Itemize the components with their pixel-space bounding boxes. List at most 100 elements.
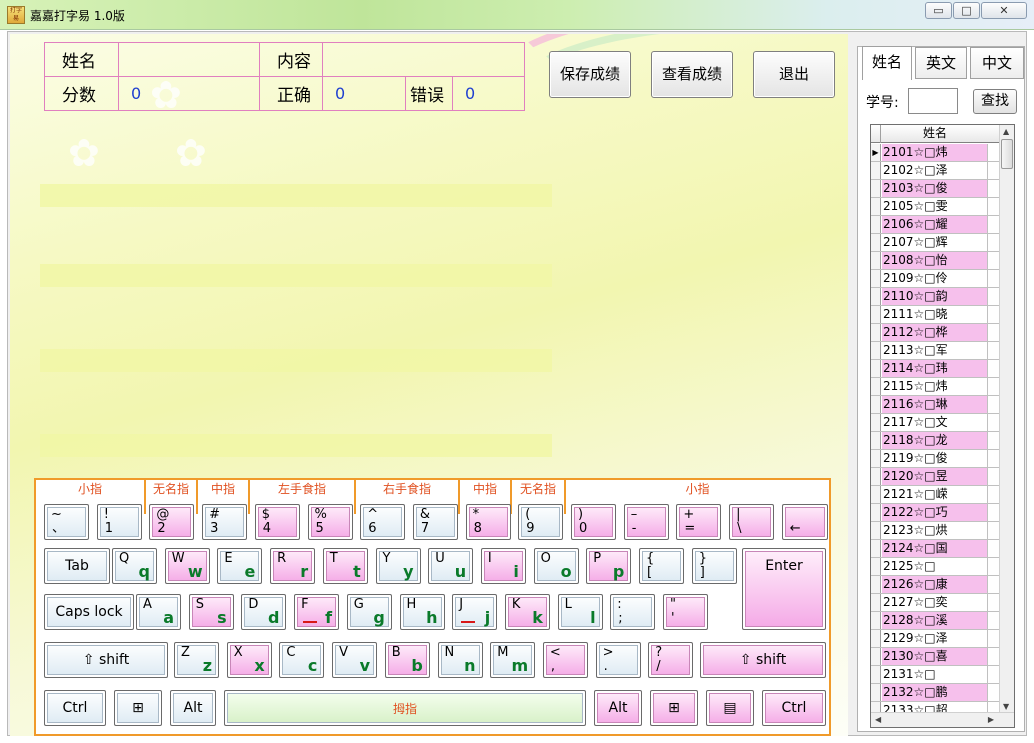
save-score-button[interactable]: 保存成绩 bbox=[549, 51, 631, 98]
list-item[interactable]: 2116☆□琳 bbox=[871, 396, 999, 414]
list-item[interactable]: 2115☆□炜 bbox=[871, 378, 999, 396]
horizontal-scrollbar[interactable]: ◀ ▶ bbox=[871, 712, 1014, 727]
find-button[interactable]: 查找 bbox=[973, 89, 1017, 114]
key-r3-1[interactable]: Aa bbox=[136, 594, 181, 630]
right-win-key[interactable]: ⊞ bbox=[650, 690, 698, 726]
key-r4-2[interactable]: Xx bbox=[226, 642, 272, 678]
right-ctrl-key[interactable]: Ctrl bbox=[762, 690, 826, 726]
scroll-thumb[interactable] bbox=[1001, 139, 1013, 169]
key-w[interactable]: Ww bbox=[164, 548, 210, 584]
key-r3-3[interactable]: Dd bbox=[241, 594, 287, 630]
key-i[interactable]: Ii bbox=[480, 548, 526, 584]
key-r1-7[interactable]: & 7 bbox=[412, 504, 458, 540]
close-button[interactable]: ✕ bbox=[981, 2, 1027, 19]
key-t[interactable]: Tt bbox=[322, 548, 368, 584]
list-item[interactable]: 2102☆□泽 bbox=[871, 162, 999, 180]
key-p[interactable]: Pp bbox=[586, 548, 632, 584]
key-r3-10[interactable]: :; bbox=[610, 594, 656, 630]
list-item[interactable]: 2118☆□龙 bbox=[871, 432, 999, 450]
student-id-input[interactable] bbox=[908, 88, 958, 114]
key-r4-7[interactable]: Mm bbox=[490, 642, 536, 678]
key-r1-6[interactable]: ^ 6 bbox=[360, 504, 406, 540]
list-item[interactable]: 2131☆□ bbox=[871, 666, 999, 684]
left-ctrl-key[interactable]: Ctrl bbox=[44, 690, 106, 726]
list-item[interactable]: 2105☆□雯 bbox=[871, 198, 999, 216]
caps-lock-key[interactable]: Caps lock bbox=[44, 594, 134, 630]
list-item[interactable]: 2119☆□俊 bbox=[871, 450, 999, 468]
key-r3-9[interactable]: Ll bbox=[557, 594, 603, 630]
space-key[interactable]: 拇指 bbox=[224, 690, 586, 726]
key-r1-4[interactable]: $4 bbox=[254, 504, 300, 540]
key-r4-10[interactable]: ? / bbox=[648, 642, 694, 678]
tab-chinese[interactable]: 中文 bbox=[970, 47, 1024, 79]
right-shift-key[interactable]: ⇧ shift bbox=[700, 642, 826, 678]
maximize-button[interactable]: □ bbox=[953, 2, 980, 19]
key-r1-2[interactable]: @2 bbox=[149, 504, 195, 540]
list-item[interactable]: 2123☆□烘 bbox=[871, 522, 999, 540]
right-alt-key[interactable]: Alt bbox=[594, 690, 642, 726]
key-r4-6[interactable]: Nn bbox=[437, 642, 483, 678]
text-line-3[interactable] bbox=[40, 349, 552, 372]
list-item[interactable]: 2124☆□国 bbox=[871, 540, 999, 558]
scroll-left-icon[interactable]: ◀ bbox=[875, 715, 881, 724]
key-r1-13[interactable]: | \ bbox=[729, 504, 775, 540]
left-shift-key[interactable]: ⇧ shift bbox=[44, 642, 168, 678]
left-alt-key[interactable]: Alt bbox=[170, 690, 216, 726]
scroll-right-icon[interactable]: ▶ bbox=[988, 715, 994, 724]
key-r1-0[interactable]: ~、 bbox=[44, 504, 89, 540]
list-item[interactable]: 2127☆□奕 bbox=[871, 594, 999, 612]
list-item[interactable]: 2125☆□ bbox=[871, 558, 999, 576]
key-r1-1[interactable]: ! 1 bbox=[96, 504, 142, 540]
key-r4-4[interactable]: Vv bbox=[332, 642, 378, 678]
text-line-2[interactable] bbox=[40, 264, 552, 287]
key-r3-6[interactable]: Hh bbox=[399, 594, 445, 630]
list-item[interactable]: 2110☆□韵 bbox=[871, 288, 999, 306]
key-r4-1[interactable]: Zz bbox=[174, 642, 219, 678]
text-line-1[interactable] bbox=[40, 184, 552, 207]
list-item[interactable]: 2129☆□泽 bbox=[871, 630, 999, 648]
list-item[interactable]: 2122☆□巧 bbox=[871, 504, 999, 522]
key-r3-7[interactable]: Jj bbox=[452, 594, 498, 630]
exit-button[interactable]: 退出 bbox=[753, 51, 835, 98]
list-item[interactable]: 2113☆□军 bbox=[871, 342, 999, 360]
list-item[interactable]: 2132☆□鹏 bbox=[871, 684, 999, 702]
list-item[interactable]: 2117☆□文 bbox=[871, 414, 999, 432]
minimize-button[interactable]: ▭ bbox=[925, 2, 952, 19]
list-item[interactable]: ▶ 2101☆□炜 bbox=[871, 144, 999, 162]
key-[[interactable]: {[ bbox=[639, 548, 684, 584]
key-r3-8[interactable]: Kk bbox=[504, 594, 550, 630]
key-r[interactable]: Rr bbox=[270, 548, 316, 584]
key-e[interactable]: Ee bbox=[217, 548, 263, 584]
key-r3-5[interactable]: Gg bbox=[346, 594, 392, 630]
key-r1-14[interactable]: ← bbox=[781, 504, 828, 540]
list-item[interactable]: 2108☆□怡 bbox=[871, 252, 999, 270]
left-win-key[interactable]: ⊞ bbox=[114, 690, 162, 726]
tab-english[interactable]: 英文 bbox=[915, 47, 967, 79]
text-line-4[interactable] bbox=[40, 434, 552, 457]
key-y[interactable]: Yy bbox=[375, 548, 421, 584]
key-r4-8[interactable]: <, bbox=[542, 642, 588, 678]
list-item[interactable]: 2126☆□康 bbox=[871, 576, 999, 594]
vertical-scrollbar[interactable]: ▲ ▼ bbox=[999, 125, 1014, 713]
view-score-button[interactable]: 查看成绩 bbox=[651, 51, 733, 98]
key-r1-11[interactable]: – - bbox=[623, 504, 669, 540]
key-r3-11[interactable]: " ' bbox=[663, 594, 708, 630]
key-r1-8[interactable]: * 8 bbox=[465, 504, 511, 540]
list-item[interactable]: 2111☆□晓 bbox=[871, 306, 999, 324]
key-r1-12[interactable]: + = bbox=[676, 504, 722, 540]
list-item[interactable]: 2106☆□耀 bbox=[871, 216, 999, 234]
list-item[interactable]: 2112☆□桦 bbox=[871, 324, 999, 342]
tab-name[interactable]: 姓名 bbox=[862, 46, 912, 80]
key-r4-5[interactable]: Bb bbox=[384, 642, 430, 678]
key-r4-3[interactable]: Cc bbox=[279, 642, 325, 678]
key-q[interactable]: Qq bbox=[112, 548, 157, 584]
key-][interactable]: }] bbox=[691, 548, 737, 584]
key-r1-10[interactable]: ) 0 bbox=[571, 504, 616, 540]
scroll-down-icon[interactable]: ▼ bbox=[1003, 702, 1009, 711]
tab-key[interactable]: Tab bbox=[44, 548, 110, 584]
scroll-up-icon[interactable]: ▲ bbox=[1003, 127, 1009, 136]
enter-key[interactable]: Enter bbox=[742, 548, 826, 630]
key-r3-4[interactable]: Ff bbox=[294, 594, 340, 630]
list-item[interactable]: 2107☆□辉 bbox=[871, 234, 999, 252]
list-item[interactable]: 2114☆□玮 bbox=[871, 360, 999, 378]
